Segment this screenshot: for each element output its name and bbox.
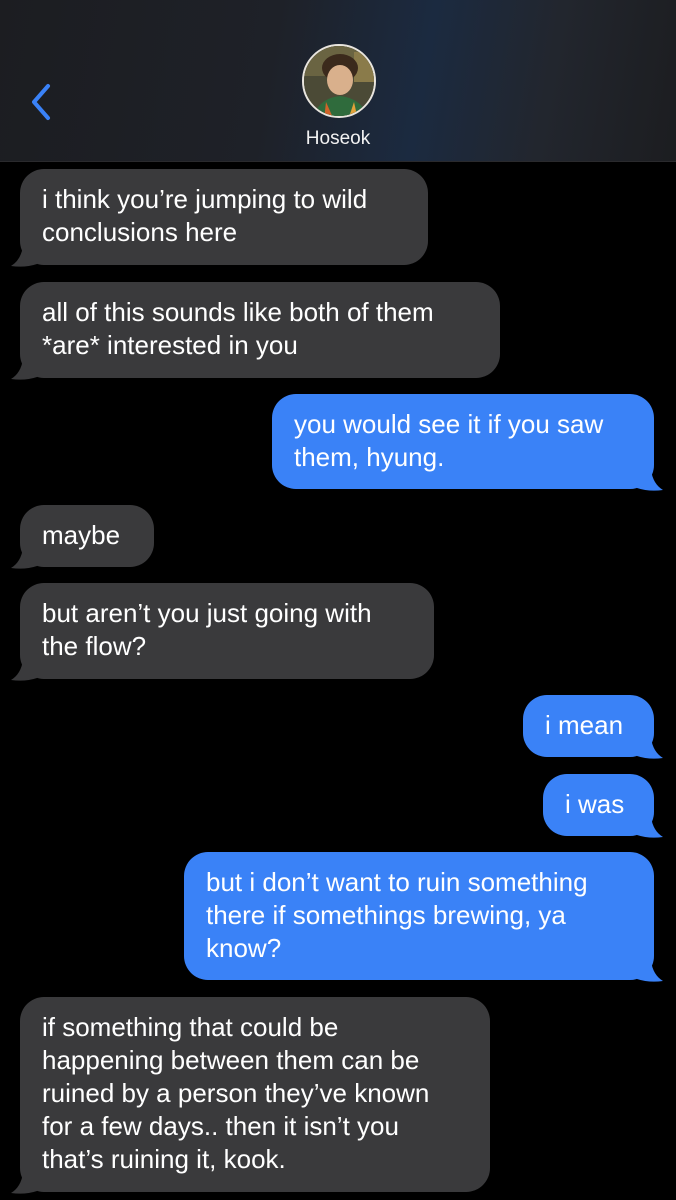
message-text: but aren’t you just going with the flow? (42, 598, 372, 661)
message-bubble-incoming[interactable]: if something that could be happening bet… (11, 997, 490, 1194)
message-bubble-incoming[interactable]: maybe (11, 505, 154, 569)
bubble-tail (637, 738, 663, 759)
conversation-screen: Hoseok i think you’re jumping to wild co… (0, 0, 676, 1200)
bubble-tail (637, 470, 663, 491)
avatar-photo (304, 46, 374, 116)
bubble-tail (11, 1173, 37, 1194)
message-bubble-outgoing[interactable]: but i don’t want to ruin something there… (184, 852, 663, 982)
message-bubble-outgoing[interactable]: i mean (523, 695, 663, 759)
bubble-tail (637, 961, 663, 982)
message-text: i mean (545, 710, 624, 740)
message-text: maybe (42, 520, 121, 550)
message-bubble-incoming[interactable]: i think you’re jumping to wild conclusio… (11, 169, 428, 267)
message-text: all of this sounds like both of them *ar… (42, 297, 434, 360)
back-button[interactable] (24, 80, 64, 124)
bubble-tail (11, 246, 37, 267)
message-text: i think you’re jumping to wild conclusio… (42, 184, 368, 247)
contact-avatar[interactable] (302, 44, 376, 118)
message-text: but i don’t want to ruin something there… (206, 867, 588, 963)
bubble-tail (11, 548, 37, 569)
chevron-left-icon (32, 84, 50, 120)
conversation-header: Hoseok (0, 0, 676, 162)
bubble-tail (11, 359, 37, 380)
message-text: i was (565, 789, 625, 819)
message-bubble-outgoing[interactable]: i was (543, 774, 663, 838)
contact-name[interactable]: Hoseok (0, 128, 676, 150)
message-text: you would see it if you saw them, hyung. (294, 409, 604, 472)
bubble-tail (637, 817, 663, 838)
message-text: if something that could be happening bet… (42, 1012, 430, 1174)
message-bubble-outgoing[interactable]: you would see it if you saw them, hyung. (272, 394, 663, 491)
message-bubble-incoming[interactable]: all of this sounds like both of them *ar… (11, 282, 500, 380)
bubble-tail (11, 660, 37, 681)
message-bubble-incoming[interactable]: but aren’t you just going with the flow? (11, 583, 434, 681)
